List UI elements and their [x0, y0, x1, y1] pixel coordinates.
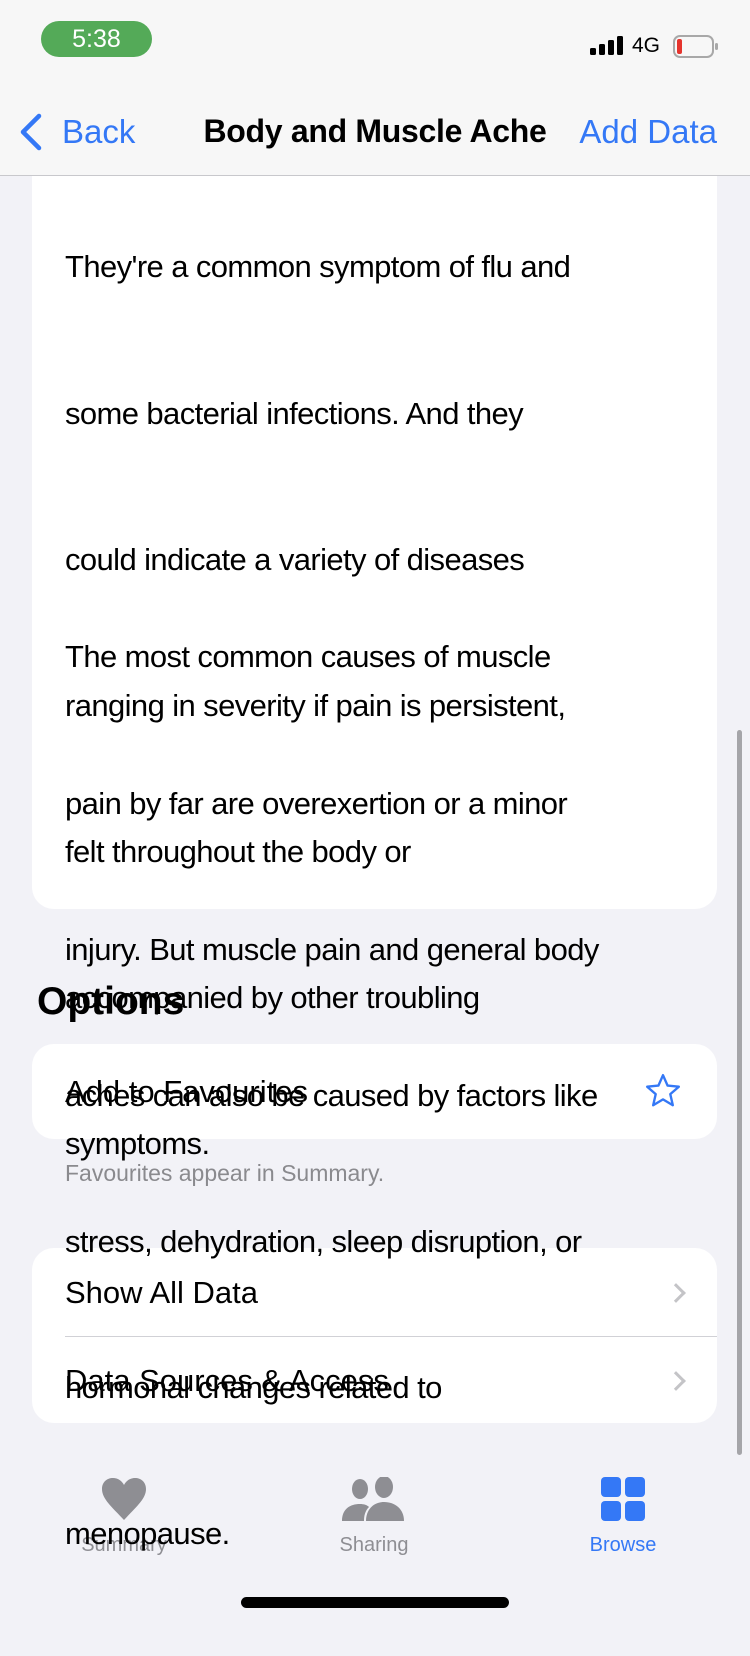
paragraph-2: The most common causes of muscle pain by…: [65, 536, 599, 1656]
text-line: They're a common symptom of flu and: [65, 249, 571, 285]
signal-icon: [590, 36, 623, 55]
battery-icon: [673, 35, 718, 58]
text-line: menopause.: [65, 1516, 230, 1552]
text-line: pain by far are overexertion or a minor: [65, 785, 568, 821]
text-line: some bacterial infections. And they: [65, 395, 524, 431]
star-icon[interactable]: [644, 1072, 682, 1110]
text-line: The most common causes of muscle: [65, 639, 551, 675]
text-line: stress, dehydration, sleep disruption, o…: [65, 1223, 582, 1259]
text-line: hormonal changes related to: [65, 1369, 442, 1405]
status-time: 5:38: [41, 21, 152, 57]
description-card: They're a common symptom of flu and some…: [32, 100, 717, 1551]
navigation-bar: 5:38 4G Back Body and Muscle Ache Add Da…: [0, 0, 750, 176]
text-line: aches can also be caused by factors like: [65, 1077, 598, 1113]
grid-icon: [601, 1477, 645, 1521]
chevron-right-icon: [666, 1371, 686, 1391]
text-line: injury. But muscle pain and general body: [65, 931, 599, 967]
chevron-right-icon: [666, 1283, 686, 1303]
add-data-button[interactable]: Add Data: [579, 113, 717, 151]
network-type: 4G: [632, 34, 661, 57]
scrollbar[interactable]: [737, 730, 742, 1455]
